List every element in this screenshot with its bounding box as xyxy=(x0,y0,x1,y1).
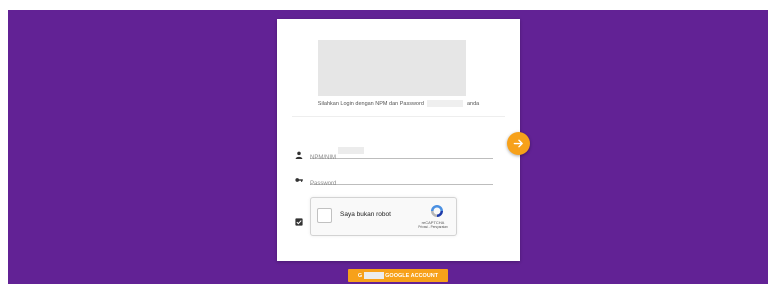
logo-placeholder xyxy=(318,40,466,96)
login-instruction-suffix: anda xyxy=(466,100,480,107)
divider xyxy=(292,116,505,117)
person-icon xyxy=(295,151,303,159)
redacted-block xyxy=(364,272,385,279)
redacted-block xyxy=(338,147,364,154)
arrow-right-icon xyxy=(513,139,523,148)
login-instruction-text: Silahkan Login dengan NPM dan Password xyxy=(317,100,424,107)
login-instruction: Silahkan Login dengan NPM dan Password a… xyxy=(277,100,520,107)
login-card: Silahkan Login dengan NPM dan Password a… xyxy=(277,19,520,261)
npm-field-label: NPM/NIM xyxy=(310,155,336,161)
google-login-button[interactable]: G GOOGLE ACCOUNT xyxy=(348,269,448,282)
check-box-icon xyxy=(295,213,303,226)
password-field-placeholder: Password xyxy=(310,181,337,187)
recaptcha-widget: Saya bukan robot reCAPTCHA Privasi - Per… xyxy=(310,197,457,236)
npm-field[interactable]: NPM/NIM xyxy=(310,146,493,161)
google-button-label: GOOGLE ACCOUNT xyxy=(385,272,439,279)
submit-button[interactable] xyxy=(507,132,530,155)
recaptcha-checkbox[interactable] xyxy=(317,208,332,223)
redacted-block xyxy=(427,100,464,107)
recaptcha-links[interactable]: Privasi - Persyaratan xyxy=(411,225,455,229)
recaptcha-label: Saya bukan robot xyxy=(340,211,391,218)
password-field[interactable]: Password xyxy=(310,172,493,187)
recaptcha-logo-icon xyxy=(429,203,445,219)
google-icon: G xyxy=(357,272,363,279)
key-icon xyxy=(295,176,303,184)
